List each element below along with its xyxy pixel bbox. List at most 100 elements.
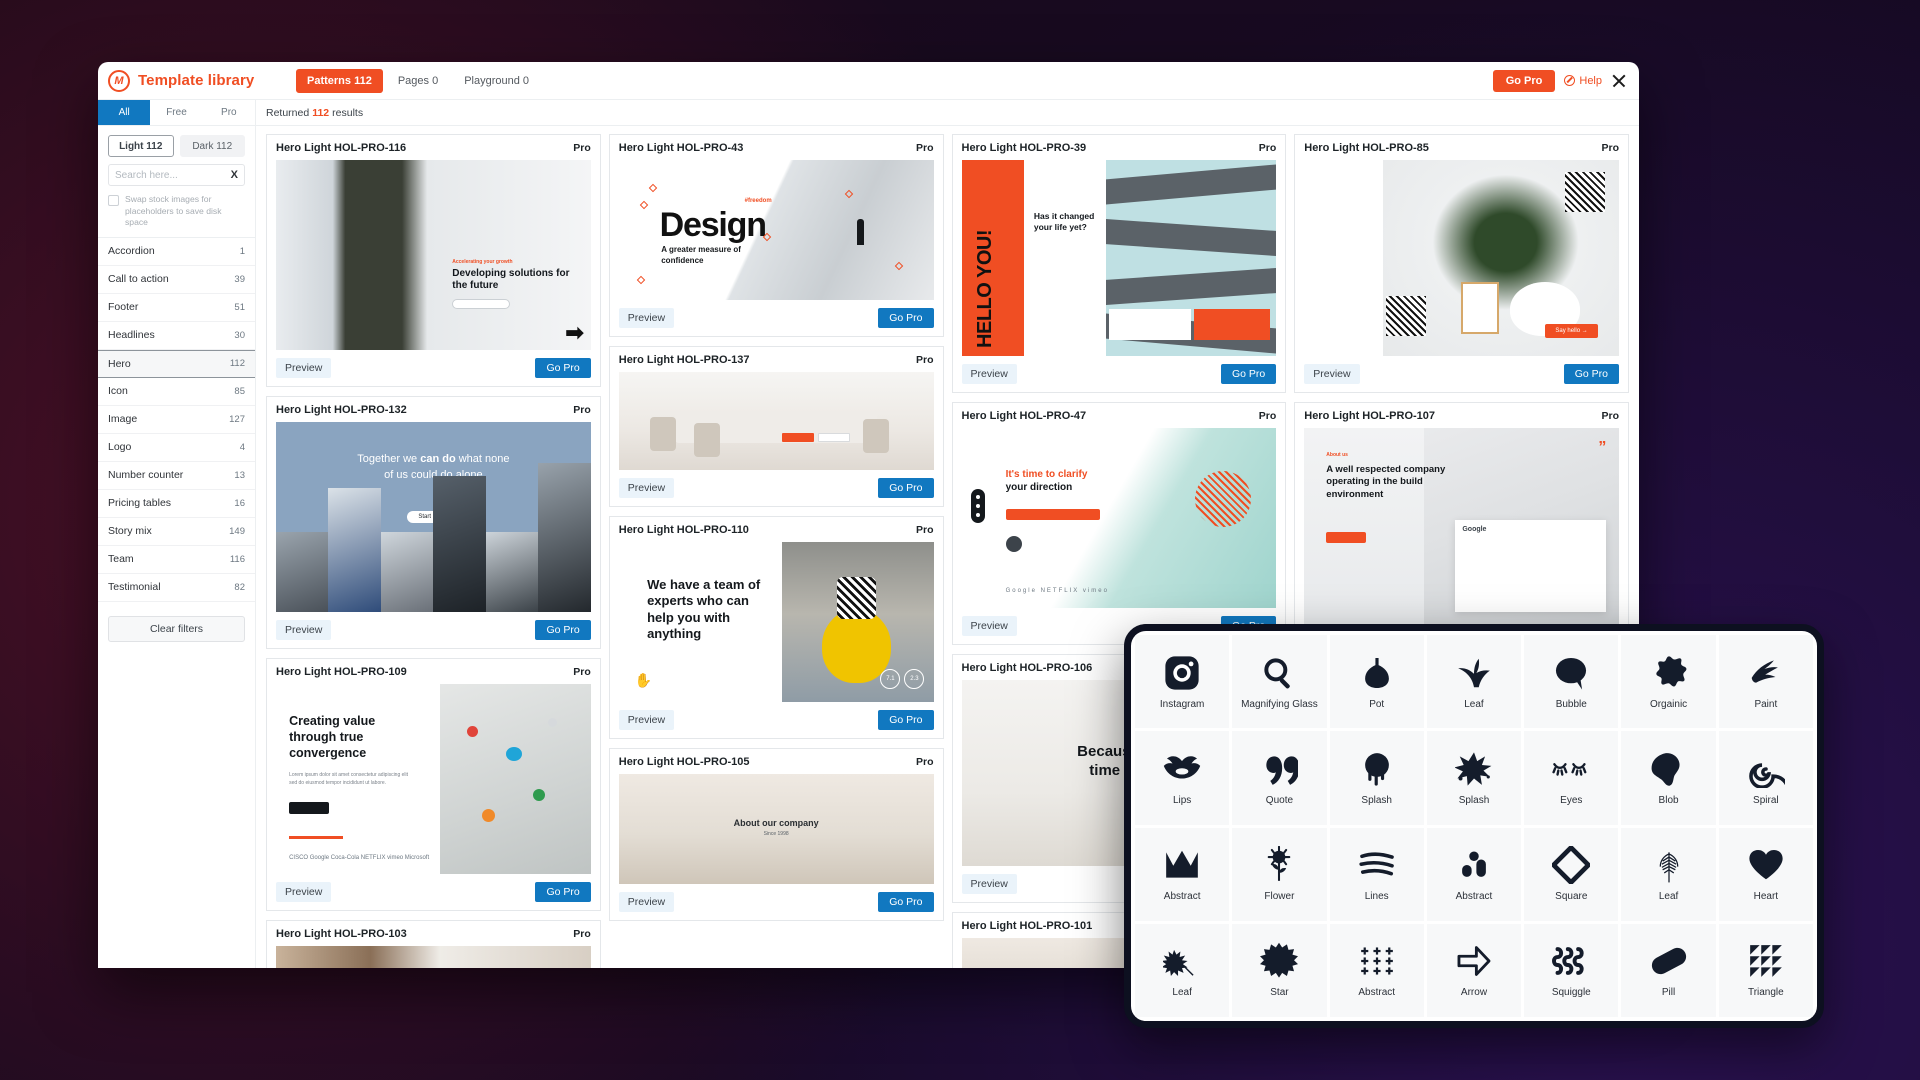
sidebar-item-testimonial[interactable]: Testimonial 82 — [98, 574, 255, 602]
go-pro-button[interactable]: Go Pro — [878, 478, 934, 498]
preview-button[interactable]: Preview — [618, 892, 675, 912]
template-card[interactable]: Hero Light HOL-PRO-43 Pro #freedom Desig… — [608, 134, 944, 337]
template-card[interactable]: Hero Light HOL-PRO-132 Pro Together we c… — [266, 396, 601, 649]
template-card[interactable]: Hero Light HOL-PRO-110 Pro We have a tea… — [608, 516, 944, 739]
icon-cell-lips[interactable]: Lips — [1135, 731, 1230, 825]
go-pro-button[interactable]: Go Pro — [1492, 69, 1556, 92]
icon-cell-splash-star[interactable]: Splash — [1426, 731, 1522, 825]
go-pro-button[interactable]: Go Pro — [535, 620, 591, 640]
card-thumbnail[interactable]: Creating value through true convergence … — [276, 684, 591, 874]
go-pro-button[interactable]: Go Pro — [535, 882, 591, 902]
icon-cell-spiral[interactable]: Spiral — [1718, 731, 1813, 825]
preview-button[interactable]: Preview — [618, 710, 675, 730]
preview-button[interactable]: Preview — [1304, 364, 1360, 384]
preview-button[interactable]: Preview — [618, 308, 675, 328]
icon-cell-organic[interactable]: Orgainic — [1621, 635, 1716, 729]
icon-cell-splash-drip[interactable]: Splash — [1329, 731, 1424, 825]
icon-cell-quote[interactable]: Quote — [1232, 731, 1327, 825]
tab-patterns[interactable]: Patterns 112 — [296, 68, 383, 93]
card-thumbnail[interactable]: About our company Since 1998 — [618, 774, 934, 884]
card-thumbnail[interactable]: Say hello → EXPANDING POSSIBILITIES — [1304, 160, 1619, 356]
template-card[interactable]: Hero Light HOL-PRO-137 Pro Preview Go Pr… — [608, 346, 944, 507]
template-card[interactable]: Hero Light HOL-PRO-109 Pro Creating valu… — [266, 658, 601, 911]
segment-free[interactable]: Free — [150, 100, 202, 125]
sidebar-item-team[interactable]: Team 116 — [98, 546, 255, 574]
sidebar-item-headlines[interactable]: Headlines 30 — [98, 322, 255, 350]
help-button[interactable]: Help — [1564, 75, 1602, 87]
sidebar-item-pricing-tables[interactable]: Pricing tables 16 — [98, 490, 255, 518]
preview-button[interactable]: Preview — [961, 364, 1017, 384]
sidebar-item-image[interactable]: Image 127 — [98, 406, 255, 434]
icon-cell-magnifying-glass[interactable]: Magnifying Glass — [1232, 635, 1327, 729]
go-pro-button[interactable]: Go Pro — [878, 308, 934, 328]
preview-button[interactable]: Preview — [961, 874, 1017, 894]
preview-button[interactable]: Preview — [961, 616, 1017, 636]
icon-cell-paint[interactable]: Paint — [1718, 635, 1813, 729]
icon-cell-crown[interactable]: Abstract — [1135, 827, 1230, 921]
close-icon[interactable] — [1611, 73, 1627, 89]
sidebar-item-hero[interactable]: Hero 112 — [98, 349, 255, 378]
sidebar-item-icon[interactable]: Icon 85 — [98, 378, 255, 406]
template-card[interactable]: Hero Light HOL-PRO-39 Pro HELLO YOU! Has… — [951, 134, 1287, 393]
card-thumbnail[interactable] — [276, 946, 591, 968]
icon-cell-pot[interactable]: Pot — [1329, 635, 1424, 729]
icon-cell-squiggle[interactable]: Squiggle — [1524, 923, 1619, 1017]
tab-pages[interactable]: Pages 0 — [387, 69, 449, 93]
search-clear-button[interactable]: X — [227, 169, 238, 181]
sidebar-item-number-counter[interactable]: Number counter 13 — [98, 462, 255, 490]
swap-stock-checkbox[interactable] — [108, 195, 119, 206]
card-thumbnail[interactable]: Accelerating your growth Developing solu… — [276, 160, 591, 350]
icon-cell-leaf-aloe[interactable]: Leaf — [1426, 635, 1522, 729]
clear-filters-button[interactable]: Clear filters — [108, 615, 245, 642]
card-thumbnail[interactable]: #freedom Design A greater measure of con… — [618, 160, 934, 300]
template-card[interactable]: Hero Light HOL-PRO-47 Pro It's time to c… — [951, 402, 1287, 645]
sidebar-item-accordion[interactable]: Accordion 1 — [98, 238, 255, 266]
icon-cell-dots-cluster[interactable]: Abstract — [1426, 827, 1522, 921]
go-pro-button[interactable]: Go Pro — [878, 892, 934, 912]
go-pro-button[interactable]: Go Pro — [1220, 364, 1277, 384]
go-pro-button[interactable]: Go Pro — [878, 710, 934, 730]
template-card[interactable]: Hero Light HOL-PRO-116 Pro Accelerating … — [266, 134, 601, 387]
icon-cell-triangle[interactable]: Triangle — [1718, 923, 1813, 1017]
icon-cell-lines[interactable]: Lines — [1329, 827, 1424, 921]
icon-cell-bubble[interactable]: Bubble — [1524, 635, 1619, 729]
segment-all[interactable]: All — [98, 100, 151, 125]
dark-filter-button[interactable]: Dark 112 — [179, 135, 245, 157]
icon-cell-eyes[interactable]: Eyes — [1524, 731, 1619, 825]
sidebar-item-story-mix[interactable]: Story mix 149 — [98, 518, 255, 546]
card-thumbnail[interactable]: We have a team of experts who can help y… — [618, 542, 934, 702]
light-filter-button[interactable]: Light 112 — [108, 135, 174, 157]
icon-cell-instagram[interactable]: Instagram — [1135, 635, 1230, 729]
card-thumbnail[interactable]: Together we can do what none of us could… — [276, 422, 591, 612]
icon-label: Spiral — [1753, 794, 1779, 806]
icon-cell-heart[interactable]: Heart — [1718, 827, 1813, 921]
preview-button[interactable]: Preview — [276, 358, 332, 378]
template-card[interactable]: Hero Light HOL-PRO-103 Pro — [266, 920, 601, 968]
preview-button[interactable]: Preview — [276, 620, 332, 640]
search-input[interactable] — [115, 169, 227, 181]
template-card[interactable]: Hero Light HOL-PRO-85 Pro Say hello → Pr… — [1294, 134, 1629, 393]
sidebar-item-logo[interactable]: Logo 4 — [98, 434, 255, 462]
template-card[interactable]: Hero Light HOL-PRO-105 Pro About our com… — [608, 748, 944, 921]
icon-cell-maple-branch[interactable]: Leaf — [1135, 923, 1230, 1017]
icon-cell-pill[interactable]: Pill — [1621, 923, 1716, 1017]
card-thumbnail[interactable]: HELLO YOU! Has it changed your life yet? — [961, 160, 1277, 356]
icon-cell-flower[interactable]: Flower — [1232, 827, 1327, 921]
icon-cell-arrow[interactable]: Arrow — [1426, 923, 1522, 1017]
icon-cell-square[interactable]: Square — [1524, 827, 1619, 921]
icon-cell-blob[interactable]: Blob — [1621, 731, 1716, 825]
tab-playground[interactable]: Playground 0 — [453, 69, 540, 93]
go-pro-button[interactable]: Go Pro — [1563, 364, 1619, 384]
icon-cell-fern-leaf[interactable]: Leaf — [1621, 827, 1716, 921]
icon-cell-plus-grid[interactable]: Abstract — [1329, 923, 1424, 1017]
sidebar-item-call-to-action[interactable]: Call to action 39 — [98, 266, 255, 294]
icon-cell-star[interactable]: Star — [1232, 923, 1327, 1017]
segment-pro[interactable]: Pro — [203, 100, 255, 125]
card-thumbnail[interactable] — [618, 372, 934, 470]
card-thumbnail[interactable]: About us A well respected company operat… — [1304, 428, 1619, 628]
go-pro-button[interactable]: Go Pro — [535, 358, 591, 378]
preview-button[interactable]: Preview — [276, 882, 332, 902]
preview-button[interactable]: Preview — [618, 478, 675, 498]
sidebar-item-footer[interactable]: Footer 51 — [98, 294, 255, 322]
card-thumbnail[interactable]: It's time to clarify your direction Goog… — [961, 428, 1277, 608]
